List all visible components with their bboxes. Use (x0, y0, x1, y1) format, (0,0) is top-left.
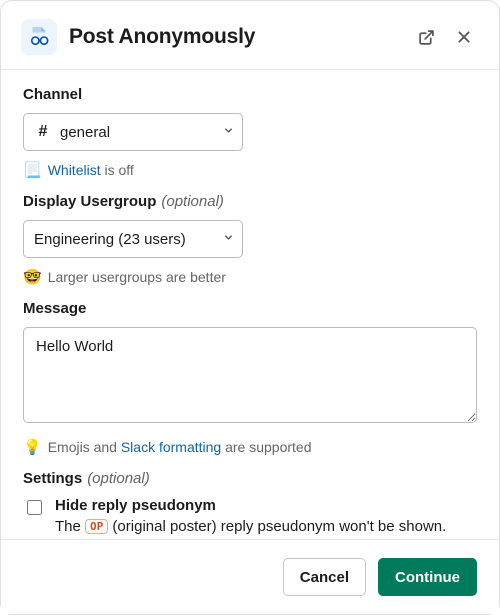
dialog-header: Post Anonymously (1, 1, 499, 69)
usergroup-label-text: Display Usergroup (23, 193, 156, 210)
message-hint-prefix: Emojis and (48, 439, 121, 455)
usergroup-label: Display Usergroup (optional) (23, 193, 477, 210)
message-hint-suffix: are supported (221, 439, 311, 455)
hide-pseudonym-checkbox[interactable] (27, 500, 42, 515)
message-label: Message (23, 300, 477, 317)
slack-formatting-link[interactable]: Slack formatting (121, 439, 221, 455)
usergroup-optional: (optional) (161, 193, 224, 210)
hide-pseudonym-desc: The OP (original poster) reply pseudonym… (55, 518, 446, 535)
settings-label: Settings (optional) (23, 470, 477, 487)
continue-button[interactable]: Continue (378, 558, 477, 596)
channel-hint: 📃 Whitelist is off (23, 161, 477, 179)
app-icon (21, 19, 57, 55)
hash-icon: # (34, 123, 52, 141)
op-badge: OP (85, 519, 108, 534)
hide-pseudonym-title: Hide reply pseudonym (55, 497, 446, 514)
dialog-footer: Cancel Continue (1, 539, 499, 614)
hide-pseudonym-row: Hide reply pseudonym The OP (original po… (23, 497, 477, 535)
channel-label: Channel (23, 86, 477, 103)
bulb-icon: 💡 (23, 438, 42, 456)
nerd-face-icon: 🤓 (23, 268, 42, 286)
usergroup-value: Engineering (23 users) (34, 231, 223, 248)
usergroup-hint-text: Larger usergroups are better (48, 269, 226, 285)
dialog-title: Post Anonymously (69, 25, 411, 49)
message-hint: 💡 Emojis and Slack formatting are suppor… (23, 438, 477, 456)
message-input[interactable] (23, 327, 477, 423)
channel-select[interactable]: # general (23, 113, 243, 151)
settings-label-text: Settings (23, 470, 82, 487)
cancel-button[interactable]: Cancel (283, 558, 366, 596)
open-external-icon[interactable] (411, 22, 441, 52)
dialog-body: Channel # general 📃 Whitelist is off Dis… (1, 70, 499, 539)
whitelist-link[interactable]: Whitelist (48, 162, 101, 178)
usergroup-hint: 🤓 Larger usergroups are better (23, 268, 477, 286)
channel-hint-suffix: is off (101, 162, 134, 178)
hide-pseudonym-desc-pre: The (55, 518, 85, 535)
usergroup-select[interactable]: Engineering (23 users) (23, 220, 243, 258)
channel-value: general (60, 124, 223, 141)
chevron-down-icon (223, 125, 234, 139)
chevron-down-icon (223, 232, 234, 246)
close-icon[interactable] (449, 22, 479, 52)
hide-pseudonym-desc-post: (original poster) reply pseudonym won't … (108, 518, 446, 535)
scroll-icon: 📃 (23, 161, 42, 179)
settings-optional: (optional) (87, 470, 150, 487)
